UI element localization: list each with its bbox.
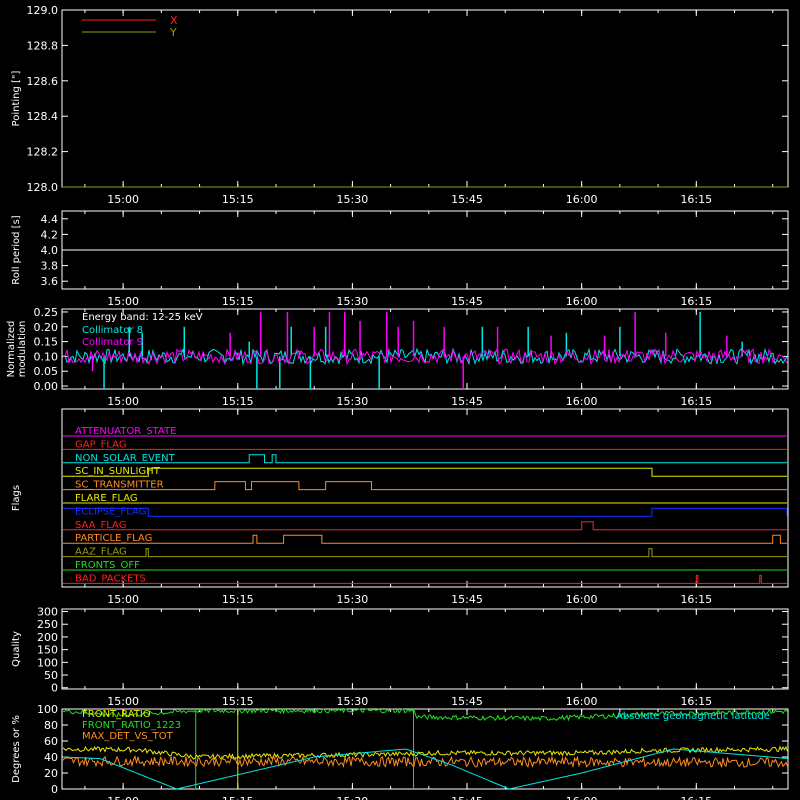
legend-label-collimator: Collimator 8 xyxy=(82,325,143,336)
flag-label: FLARE_FLAG xyxy=(75,493,138,504)
quality-ytick-label: 250 xyxy=(37,618,58,631)
geo-ytick-label: 0 xyxy=(51,783,58,796)
flags-xtick-label: 16:00 xyxy=(566,593,598,606)
modulation-xtick-label: 16:00 xyxy=(566,395,598,408)
modulation-xtick-label: 15:45 xyxy=(451,395,483,408)
roll-xtick-label: 15:45 xyxy=(451,295,483,308)
modulation-ytick-label: 0.05 xyxy=(34,365,59,378)
geo-ytick-label: 80 xyxy=(44,719,58,732)
geo-legend-label: FRONT_RATIO xyxy=(82,709,151,720)
pointing-ytick-label: 128.2 xyxy=(27,146,59,159)
geo-xtick-label: 15:30 xyxy=(337,795,369,800)
geo-xtick-label: 16:00 xyxy=(566,795,598,800)
quality-xtick-label: 15:15 xyxy=(222,695,254,708)
quality-ytick-label: 300 xyxy=(37,606,58,619)
flags-xtick-label: 15:15 xyxy=(222,593,254,606)
flag-label: BAD_PACKETS xyxy=(75,573,146,584)
pointing-xtick-label: 16:15 xyxy=(680,193,712,206)
pointing-xtick-label: 15:45 xyxy=(451,193,483,206)
legend-label-collimator: Collimator 9 xyxy=(82,337,143,348)
pointing-ytick-label: 128.6 xyxy=(27,75,59,88)
flag-label: FRONTS_OFF xyxy=(75,560,140,571)
energy-band-annotation: Energy band: 12-25 keV xyxy=(82,312,203,323)
geo-ytick-label: 60 xyxy=(44,735,58,748)
modulation-ytick-label: 0.25 xyxy=(34,306,59,319)
quality-xtick-label: 16:00 xyxy=(566,695,598,708)
flag-label: SAA_FLAG xyxy=(75,520,126,531)
geo-legend-label: Absolute geomagnetic latitude xyxy=(616,711,770,722)
flag-label: AAZ_FLAG xyxy=(75,547,127,558)
flags-xtick-label: 16:15 xyxy=(680,593,712,606)
roll-ytick-label: 3.8 xyxy=(41,260,59,273)
flag-label: ATTENUATOR_STATE xyxy=(75,426,176,437)
modulation-xtick-label: 15:30 xyxy=(337,395,369,408)
geo-ytick-label: 100 xyxy=(37,703,58,716)
flags-xtick-label: 15:45 xyxy=(451,593,483,606)
quality-ytick-label: 200 xyxy=(37,631,58,644)
modulation-ylabel: modulation xyxy=(17,321,28,378)
pointing-ytick-label: 128.4 xyxy=(27,110,59,123)
quality-xtick-label: 15:30 xyxy=(337,695,369,708)
geo-xtick-label: 15:45 xyxy=(451,795,483,800)
pointing-xtick-label: 16:00 xyxy=(566,193,598,206)
modulation-ytick-label: 0.00 xyxy=(34,380,59,393)
roll-ytick-label: 4.2 xyxy=(41,228,59,241)
quality-xtick-label: 15:00 xyxy=(107,695,139,708)
modulation-xtick-label: 16:15 xyxy=(680,395,712,408)
geo-legend-label: FRONT_RATIO_1223 xyxy=(82,720,181,731)
geo-xtick-label: 15:00 xyxy=(107,795,139,800)
modulation-ytick-label: 0.20 xyxy=(34,321,59,334)
roll-ytick-label: 4.4 xyxy=(41,213,59,226)
geo-ytick-label: 20 xyxy=(44,767,58,780)
roll-ytick-label: 4.0 xyxy=(41,244,59,257)
geo-ytick-label: 40 xyxy=(44,751,58,764)
geo-legend-label: MAX_DET_VS_TOT xyxy=(82,731,174,742)
pointing-ytick-label: 129.0 xyxy=(27,4,59,17)
flag-label: PARTICLE_FLAG xyxy=(75,533,152,544)
roll-xtick-label: 15:30 xyxy=(337,295,369,308)
roll-xtick-label: 16:00 xyxy=(566,295,598,308)
flag-label: NON_SOLAR_EVENT xyxy=(75,453,176,464)
geo-xtick-label: 15:15 xyxy=(222,795,254,800)
pointing-ytick-label: 128.8 xyxy=(27,39,59,52)
flag-label: SC_IN_SUNLIGHT xyxy=(75,466,161,477)
pointing-xtick-label: 15:15 xyxy=(222,193,254,206)
quality-ytick-label: 100 xyxy=(37,656,58,669)
modulation-xtick-label: 15:00 xyxy=(107,395,139,408)
roll-ytick-label: 3.6 xyxy=(41,275,59,288)
modulation-ytick-label: 0.15 xyxy=(34,336,59,349)
flags-xtick-label: 15:30 xyxy=(337,593,369,606)
modulation-xtick-label: 15:15 xyxy=(222,395,254,408)
legend-label-y: Y xyxy=(169,26,177,39)
chart-figure: 15:00 15:15 15:30 15:45 16:00 16:15 Pointing [… xyxy=(0,0,800,800)
flags-xtick-label: 15:00 xyxy=(107,593,139,606)
roll-xtick-label: 15:00 xyxy=(107,295,139,308)
quality-ylabel: Quality xyxy=(11,631,22,667)
modulation-ylabel: Normalized xyxy=(6,321,17,378)
geo-xtick-label: 16:15 xyxy=(680,795,712,800)
quality-xtick-label: 15:45 xyxy=(451,695,483,708)
pointing-ylabel: Pointing ["] xyxy=(11,70,22,126)
roll-ylabel: Roll period [s] xyxy=(11,215,22,284)
quality-ytick-label: 0 xyxy=(51,682,58,695)
quality-ytick-label: 150 xyxy=(37,644,58,657)
pointing-xtick-label: 15:30 xyxy=(337,193,369,206)
pointing-ytick-label: 128.0 xyxy=(27,181,59,194)
flag-label: GAP_FLAG xyxy=(75,439,127,450)
modulation-ytick-label: 0.10 xyxy=(34,350,59,363)
pointing-xtick-label: 15:00 xyxy=(107,193,139,206)
geo-ylabel: Degrees or % xyxy=(11,715,22,783)
quality-ytick-label: 50 xyxy=(44,669,58,682)
quality-xtick-label: 16:15 xyxy=(680,695,712,708)
roll-xtick-label: 15:15 xyxy=(222,295,254,308)
roll-xtick-label: 16:15 xyxy=(680,295,712,308)
flags-ylabel: Flags xyxy=(11,485,22,511)
flag-label: ECLIPSE_FLAG xyxy=(75,506,146,517)
flag-label: SC_TRANSMITTER xyxy=(75,480,164,491)
